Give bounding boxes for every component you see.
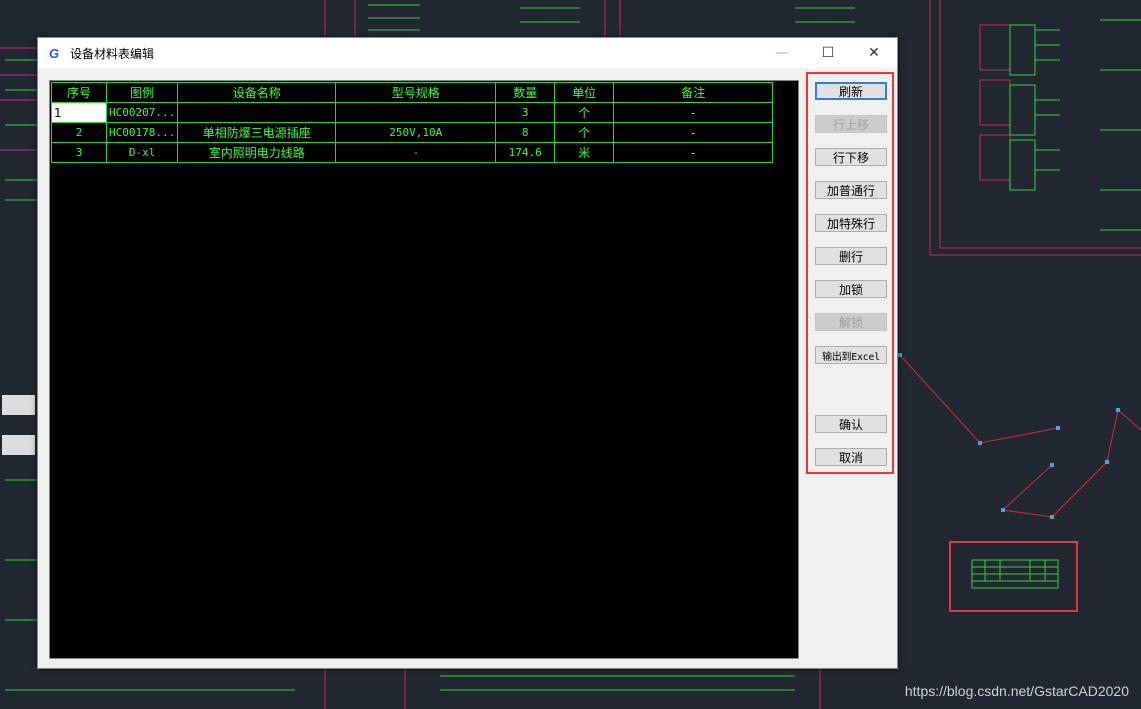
column-header-quantity[interactable]: 数量: [495, 82, 556, 103]
table-cell[interactable]: -: [613, 142, 774, 163]
dialog-client-area: 序号 图例 设备名称 型号规格 数量 单位 备注 1 HC00207... 3 …: [38, 68, 897, 668]
table-cell[interactable]: 个: [554, 122, 615, 143]
table-cell[interactable]: 8: [495, 122, 556, 143]
table-cell[interactable]: [335, 102, 497, 123]
maximize-button[interactable]: ☐: [805, 38, 851, 68]
table-row[interactable]: 3 D-xl 室内照明电力线路 - 174.6 米 -: [51, 142, 774, 163]
refresh-button[interactable]: 刷新: [815, 82, 887, 100]
table-cell[interactable]: 3: [51, 142, 107, 163]
column-header-device-name[interactable]: 设备名称: [177, 82, 337, 103]
material-table-dialog: G 设备材料表编辑 — ☐ ✕ 序号 图例 设备名称 型号规格 数量 单位 备注…: [37, 37, 898, 669]
table-cell[interactable]: -: [613, 122, 774, 143]
table-header-row: 序号 图例 设备名称 型号规格 数量 单位 备注: [51, 82, 774, 103]
export-excel-button[interactable]: 输出到Excel: [815, 346, 887, 364]
gstarcad-logo-icon: G: [48, 45, 60, 61]
table-cell[interactable]: D-xl: [105, 142, 179, 163]
table-cell[interactable]: 174.6: [495, 142, 556, 163]
column-header-unit[interactable]: 单位: [554, 82, 615, 103]
column-header-legend[interactable]: 图例: [105, 82, 179, 103]
table-cell[interactable]: 250V,10A: [335, 122, 497, 143]
lock-button[interactable]: 加锁: [815, 280, 887, 298]
table-cell[interactable]: [177, 102, 337, 123]
window-title: 设备材料表编辑: [70, 46, 155, 61]
column-header-index[interactable]: 序号: [51, 82, 107, 103]
table-cell-index-active[interactable]: 1: [51, 102, 107, 123]
table-cell[interactable]: -: [613, 102, 774, 123]
table-cell[interactable]: HC00178...: [105, 122, 179, 143]
cancel-button[interactable]: 取消: [815, 448, 887, 466]
minimize-button[interactable]: —: [759, 38, 805, 68]
confirm-button[interactable]: 确认: [815, 415, 887, 433]
close-button[interactable]: ✕: [851, 38, 897, 68]
table-cell[interactable]: HC00207...: [105, 102, 179, 123]
button-panel-highlight: 刷新 行上移 行下移 加普通行 加特殊行 删行 加锁 解锁 输出到Excel 确…: [806, 72, 894, 474]
move-row-down-button[interactable]: 行下移: [815, 148, 887, 166]
table-cell[interactable]: 单相防爆三电源插座: [177, 122, 337, 143]
column-header-remark[interactable]: 备注: [613, 82, 774, 103]
table-cell[interactable]: 3: [495, 102, 556, 123]
table-row[interactable]: 1 HC00207... 3 个 -: [51, 102, 774, 123]
table-row[interactable]: 2 HC00178... 单相防爆三电源插座 250V,10A 8 个 -: [51, 122, 774, 143]
table-cell[interactable]: 米: [554, 142, 615, 163]
table-cell[interactable]: -: [335, 142, 497, 163]
material-grid[interactable]: 序号 图例 设备名称 型号规格 数量 单位 备注 1 HC00207... 3 …: [49, 80, 799, 659]
material-table: 序号 图例 设备名称 型号规格 数量 单位 备注 1 HC00207... 3 …: [51, 82, 774, 163]
move-row-up-button[interactable]: 行上移: [815, 115, 887, 133]
table-cell[interactable]: 2: [51, 122, 107, 143]
column-header-model-spec[interactable]: 型号规格: [335, 82, 497, 103]
title-bar[interactable]: G 设备材料表编辑 — ☐ ✕: [38, 38, 897, 68]
table-cell[interactable]: 个: [554, 102, 615, 123]
unlock-button[interactable]: 解锁: [815, 313, 887, 331]
add-normal-row-button[interactable]: 加普通行: [815, 181, 887, 199]
add-special-row-button[interactable]: 加特殊行: [815, 214, 887, 232]
table-cell[interactable]: 室内照明电力线路: [177, 142, 337, 163]
watermark-text: https://blog.csdn.net/GstarCAD2020: [904, 683, 1129, 699]
delete-row-button[interactable]: 删行: [815, 247, 887, 265]
